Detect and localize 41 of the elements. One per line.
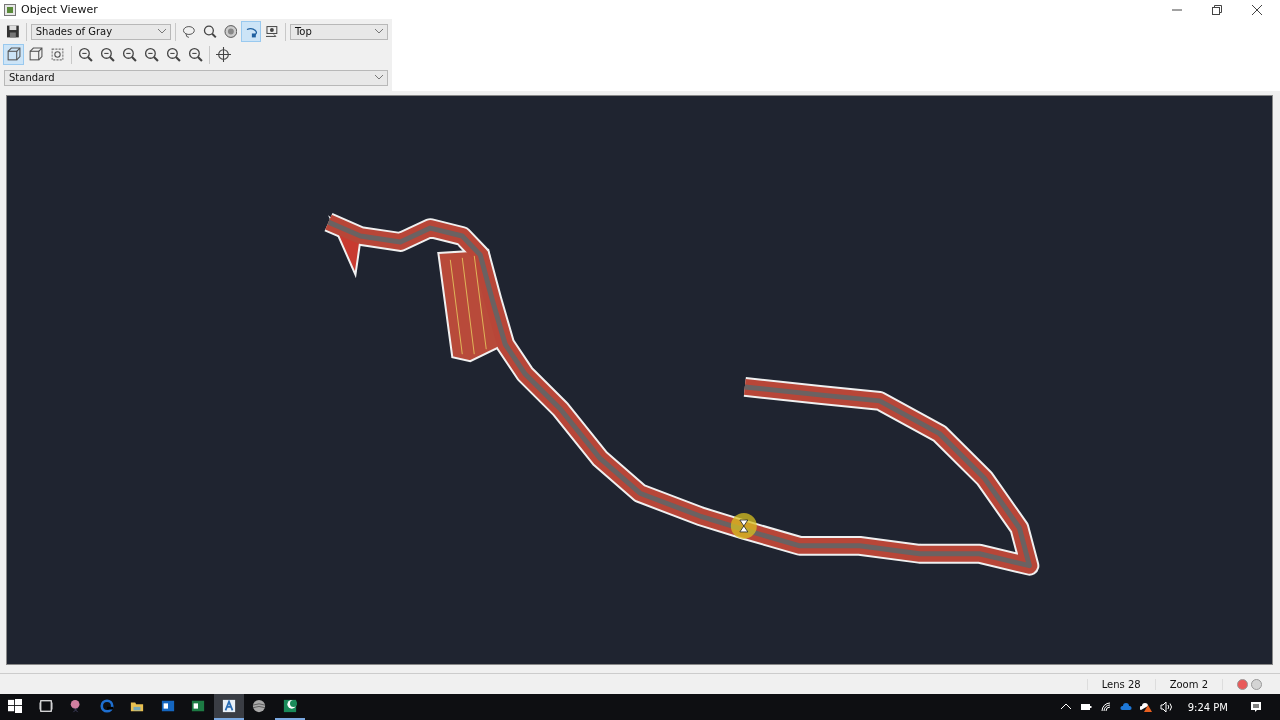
render-icon[interactable] bbox=[221, 22, 240, 41]
restore-icon[interactable] bbox=[1212, 4, 1222, 15]
zoom-icon[interactable] bbox=[142, 45, 161, 64]
caret-icon bbox=[375, 29, 384, 34]
lens-status: Lens 28 bbox=[1086, 678, 1155, 690]
close-icon[interactable] bbox=[1252, 4, 1262, 15]
warning-cloud-icon[interactable] bbox=[1139, 701, 1152, 713]
battery-icon[interactable] bbox=[1079, 701, 1092, 713]
app-window-icon bbox=[4, 3, 16, 16]
frame-icon[interactable] bbox=[48, 45, 67, 64]
caret-icon bbox=[375, 75, 383, 80]
style-dropdown[interactable]: Shades of Gray bbox=[30, 23, 172, 40]
cloud-icon[interactable] bbox=[1119, 701, 1132, 713]
mail-app-icon[interactable] bbox=[160, 699, 175, 713]
zoom-icon[interactable] bbox=[76, 45, 95, 64]
caret-icon bbox=[158, 29, 167, 34]
window-title: Object Viewer bbox=[21, 3, 98, 16]
spreadsheet-app-icon[interactable] bbox=[191, 699, 206, 713]
zoom-icon[interactable] bbox=[164, 45, 183, 64]
zoom-icon[interactable] bbox=[120, 45, 139, 64]
notification-icon[interactable] bbox=[1250, 701, 1262, 713]
cube-icon[interactable] bbox=[4, 45, 23, 64]
clock-time[interactable]: 9:24 PM bbox=[1187, 701, 1228, 713]
view-dropdown[interactable]: Top bbox=[289, 23, 389, 40]
cursor-icon bbox=[730, 513, 757, 539]
zoom-icon[interactable] bbox=[186, 45, 205, 64]
wifi-icon[interactable] bbox=[1099, 701, 1112, 713]
orbit-icon[interactable] bbox=[242, 22, 261, 41]
zoom-status: Zoom 2 bbox=[1154, 678, 1222, 690]
task-view-icon[interactable] bbox=[38, 699, 53, 713]
visual-style-dropdown[interactable]: Standard bbox=[4, 69, 388, 86]
start-icon[interactable] bbox=[8, 699, 23, 713]
zoom-icon[interactable] bbox=[98, 45, 117, 64]
app-icon[interactable] bbox=[221, 699, 236, 713]
cube-icon[interactable] bbox=[26, 45, 45, 64]
globe-icon[interactable] bbox=[252, 699, 267, 713]
app-icon[interactable] bbox=[282, 699, 297, 713]
crosshair-icon[interactable] bbox=[214, 45, 233, 64]
viewport[interactable] bbox=[6, 95, 1273, 665]
browser-icon[interactable] bbox=[99, 699, 114, 713]
speaker-icon[interactable] bbox=[1159, 701, 1172, 713]
